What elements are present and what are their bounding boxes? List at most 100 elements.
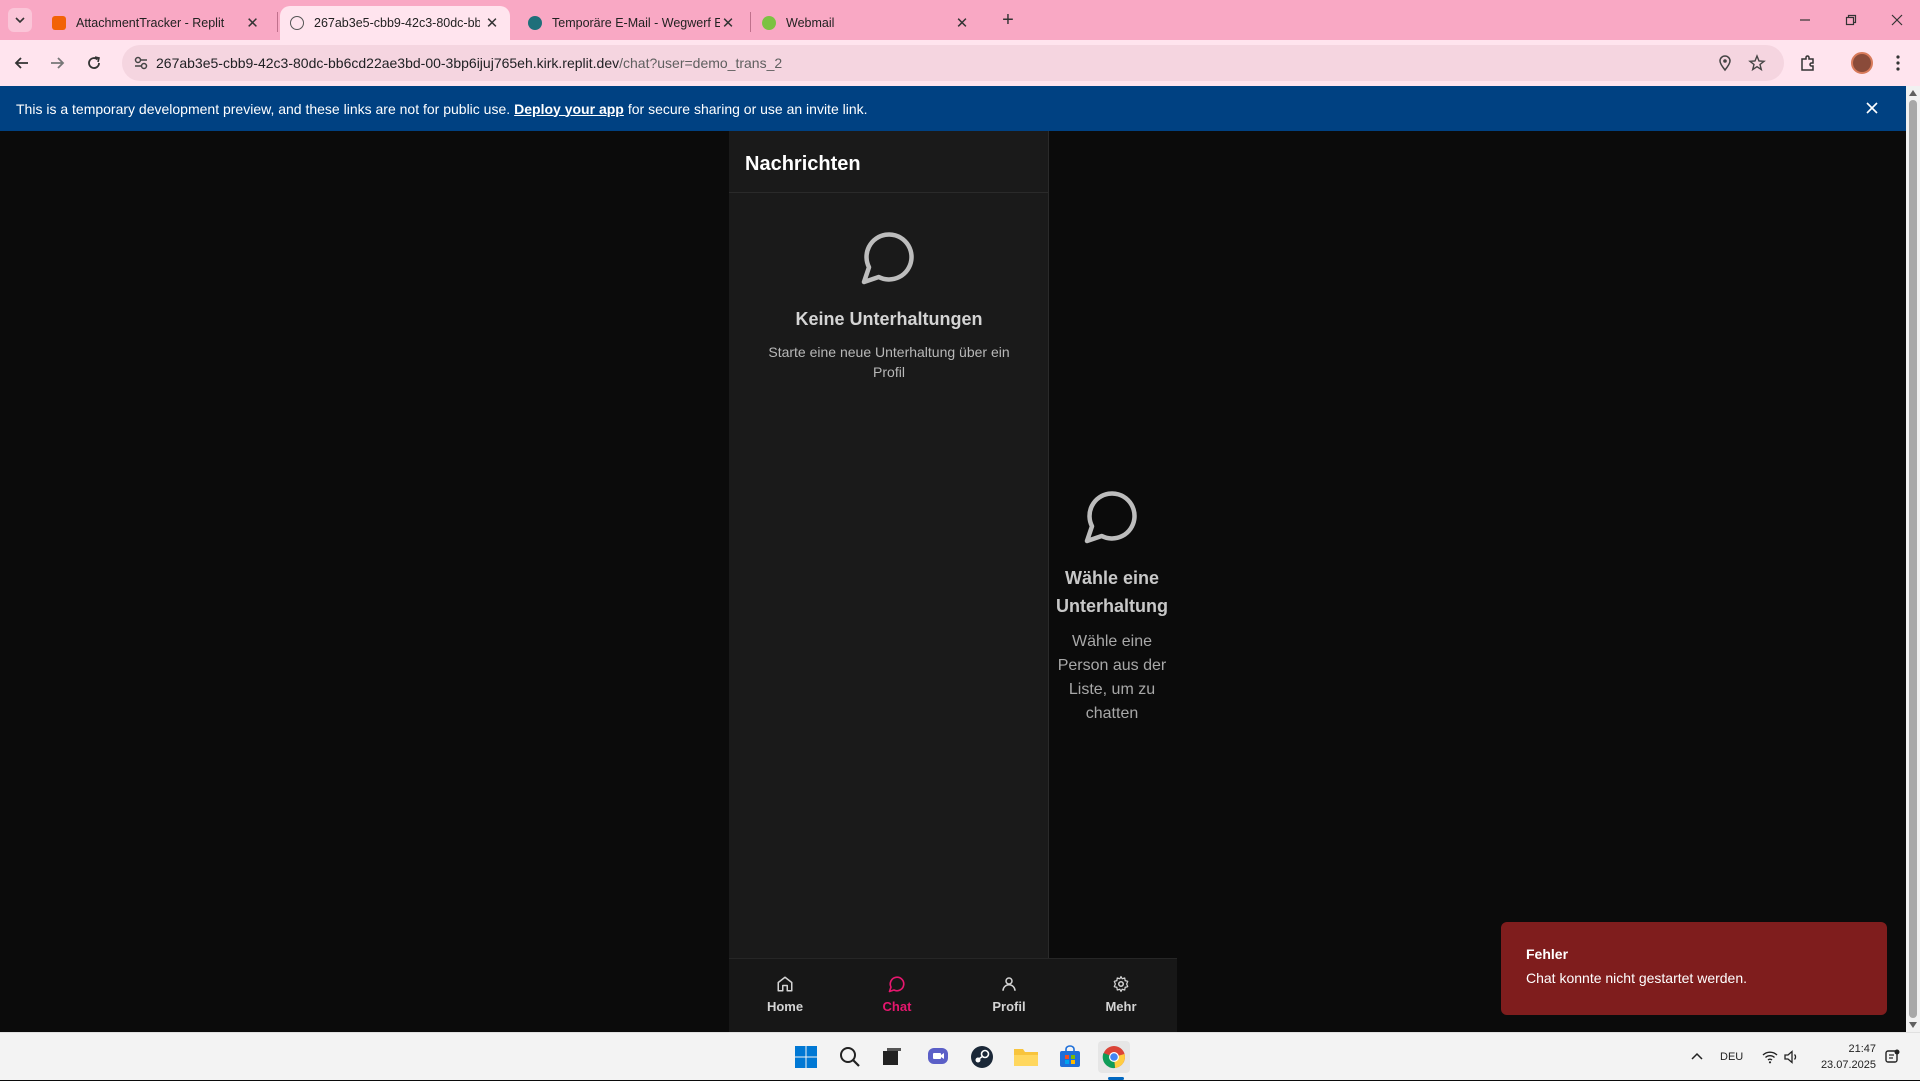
store-app[interactable]: [1054, 1041, 1086, 1073]
video-chat-icon: [928, 1048, 948, 1064]
nav-chat[interactable]: Chat: [841, 959, 953, 1032]
windows-taskbar: DEU 21:47 23.07.2025: [0, 1032, 1920, 1080]
empty-conversations: Keine Unterhaltungen Starte eine neue Un…: [729, 227, 1049, 382]
puzzle-icon: [1801, 55, 1814, 71]
windows-logo-icon: [795, 1046, 817, 1068]
temp-mail-icon: [528, 16, 542, 30]
tray-overflow-button[interactable]: [1690, 1033, 1704, 1081]
nav-mehr-label: Mehr: [1105, 999, 1137, 1014]
chevron-down-icon: [15, 17, 25, 24]
close-tab-icon[interactable]: ✕: [484, 14, 500, 32]
gear-icon: [1113, 975, 1129, 993]
tab-search-button[interactable]: [8, 8, 32, 32]
browser-tab-webmail[interactable]: Webmail ✕: [752, 6, 980, 40]
home-icon: [777, 976, 793, 992]
new-tab-button[interactable]: +: [996, 8, 1020, 32]
tab-separator: [277, 12, 278, 32]
nav-profil[interactable]: Profil: [953, 959, 1065, 1032]
browser-toolbar: 267ab3e5-cbb9-42c3-80dc-bb6cd22ae3bd-00-…: [0, 40, 1920, 86]
empty-conversations-subtitle: Starte eine neue Unterhaltung über ein P…: [768, 344, 1010, 380]
restore-button[interactable]: [1828, 0, 1874, 40]
toast-title: Fehler: [1526, 946, 1569, 962]
address-bar[interactable]: 267ab3e5-cbb9-42c3-80dc-bb6cd22ae3bd-00-…: [122, 45, 1784, 81]
globe-icon: [290, 16, 304, 30]
taskbar-search-button[interactable]: [834, 1041, 866, 1073]
error-toast[interactable]: Fehler Chat konnte nicht gestartet werde…: [1501, 922, 1887, 1015]
scrollbar-thumb[interactable]: [1909, 100, 1917, 1018]
extensions-button[interactable]: [1796, 51, 1820, 75]
nav-profil-label: Profil: [992, 999, 1026, 1014]
conversation-sidebar: Nachrichten Keine Unterhaltungen Starte …: [729, 131, 1049, 958]
nav-mehr[interactable]: Mehr: [1065, 959, 1177, 1032]
close-icon: [1866, 102, 1878, 114]
forward-button[interactable]: [45, 51, 69, 75]
notification-icon: [1885, 1049, 1900, 1063]
scroll-up-arrow-icon[interactable]: [1909, 90, 1917, 96]
banner-close-button[interactable]: [1862, 98, 1882, 118]
folder-icon: [1014, 1049, 1038, 1066]
user-icon: [1002, 977, 1016, 991]
scroll-down-arrow-icon[interactable]: [1909, 1022, 1917, 1028]
nav-home-label: Home: [766, 999, 804, 1014]
close-tab-icon[interactable]: ✕: [245, 14, 260, 32]
steam-icon: [971, 1046, 993, 1068]
select-conversation-subtitle: Wähle eine Person aus der Liste, um zu c…: [1057, 633, 1167, 722]
steam-app[interactable]: [966, 1041, 998, 1073]
chevron-up-icon: [1691, 1052, 1703, 1060]
avatar: [1851, 52, 1873, 74]
chat-icon: [888, 976, 905, 993]
empty-conversations-title: Keine Unterhaltungen: [795, 309, 983, 329]
language-indicator[interactable]: DEU: [1720, 1033, 1743, 1081]
url-host: 267ab3e5-cbb9-42c3-80dc-bb6cd22ae3bd-00-…: [156, 55, 620, 71]
browser-menu-button[interactable]: [1886, 51, 1910, 75]
file-explorer-app[interactable]: [1010, 1041, 1042, 1073]
volume-icon[interactable]: [1784, 1033, 1800, 1081]
url-text: 267ab3e5-cbb9-42c3-80dc-bb6cd22ae3bd-00-…: [156, 55, 782, 71]
chat-app: Nachrichten Keine Unterhaltungen Starte …: [0, 131, 1906, 1032]
notification-center-button[interactable]: [1884, 1033, 1900, 1081]
select-conversation-placeholder: Wähle eine Unterhaltung Wähle eine Perso…: [1049, 486, 1175, 726]
nav-home[interactable]: Home: [729, 959, 841, 1032]
clock-date: 23.07.2025: [1820, 1059, 1876, 1071]
banner-text: This is a temporary development preview,…: [16, 100, 511, 117]
toast-message: Chat konnte nicht gestartet werden.: [1526, 970, 1748, 986]
location-icon[interactable]: [1716, 54, 1734, 72]
task-view-icon: [883, 1048, 901, 1065]
reload-button[interactable]: [82, 51, 106, 75]
store-icon: [1060, 1045, 1080, 1067]
message-circle-icon: [1084, 491, 1137, 544]
bookmark-star-icon[interactable]: [1748, 54, 1766, 72]
browser-tab-attachmenttracker[interactable]: AttachmentTracker - Replit ✕: [42, 6, 270, 40]
teams-app[interactable]: [922, 1041, 954, 1073]
select-conversation-title: Wähle eine Unterhaltung: [1056, 568, 1168, 616]
nav-chat-label: Chat: [882, 999, 912, 1014]
sidebar-title: Nachrichten: [729, 131, 1048, 193]
webmail-icon: [762, 16, 776, 30]
replit-icon: [52, 16, 66, 30]
page-scrollbar[interactable]: [1906, 86, 1920, 1032]
clock-time: 21:47: [1848, 1043, 1876, 1055]
close-window-button[interactable]: [1874, 0, 1920, 40]
close-tab-icon[interactable]: ✕: [720, 14, 736, 32]
minimize-icon: [1800, 19, 1810, 21]
close-icon: [1891, 14, 1903, 26]
arrow-left-icon: [14, 57, 28, 69]
deploy-app-link[interactable]: Deploy your app: [514, 101, 624, 117]
restore-icon: [1845, 14, 1857, 26]
task-view-button[interactable]: [876, 1041, 908, 1073]
reload-icon: [88, 56, 100, 69]
message-circle-icon: [861, 232, 914, 285]
chrome-app[interactable]: [1098, 1041, 1130, 1073]
back-button[interactable]: [10, 51, 34, 75]
site-settings-icon[interactable]: [132, 54, 150, 72]
system-clock[interactable]: 21:47 23.07.2025: [1812, 1041, 1876, 1073]
browser-tab-temp-mail[interactable]: Temporäre E-Mail - Wegwerf Ei ✕: [518, 6, 746, 40]
wifi-icon[interactable]: [1762, 1033, 1778, 1081]
minimize-button[interactable]: [1782, 0, 1828, 40]
banner-text-after: for secure sharing or use an invite link…: [627, 100, 868, 117]
browser-tab-active[interactable]: 267ab3e5-cbb9-42c3-80dc-bb6 ✕: [280, 6, 510, 40]
close-tab-icon[interactable]: ✕: [954, 14, 970, 32]
more-vertical-icon: [1896, 55, 1900, 71]
profile-button[interactable]: [1850, 51, 1874, 75]
start-button[interactable]: [790, 1041, 822, 1073]
